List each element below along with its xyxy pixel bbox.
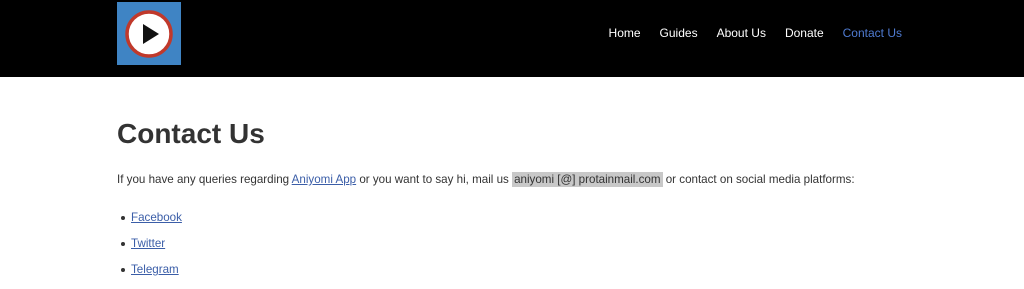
telegram-link[interactable]: Telegram: [131, 263, 179, 276]
main-content: Contact Us If you have any queries regar…: [117, 118, 917, 289]
intro-text-2: or you want to say hi, mail us: [356, 173, 513, 186]
page-title: Contact Us: [117, 118, 265, 149]
contact-email: aniyomi [@] protainmail.com: [512, 172, 663, 187]
aniyomi-app-link[interactable]: Aniyomi App: [292, 173, 356, 186]
intro-text-1: If you have any queries regarding: [117, 173, 292, 186]
site-logo[interactable]: [117, 2, 181, 65]
list-item: Twitter: [121, 237, 917, 250]
intro-text-3: or contact on social media platforms:: [662, 173, 855, 186]
nav-about-us[interactable]: About Us: [717, 26, 766, 40]
twitter-link[interactable]: Twitter: [131, 237, 165, 250]
nav-donate[interactable]: Donate: [785, 26, 824, 40]
list-item: Facebook: [121, 211, 917, 224]
contact-intro: If you have any queries regarding Aniyom…: [117, 171, 917, 189]
play-icon: [125, 10, 173, 58]
site-header: Home Guides About Us Donate Contact Us: [0, 0, 1024, 77]
facebook-link[interactable]: Facebook: [131, 211, 182, 224]
main-nav: Home Guides About Us Donate Contact Us: [590, 0, 902, 66]
nav-home[interactable]: Home: [609, 26, 641, 40]
social-links-list: Facebook Twitter Telegram: [117, 211, 917, 276]
nav-guides[interactable]: Guides: [660, 26, 698, 40]
nav-contact-us[interactable]: Contact Us: [843, 26, 902, 40]
list-item: Telegram: [121, 263, 917, 276]
